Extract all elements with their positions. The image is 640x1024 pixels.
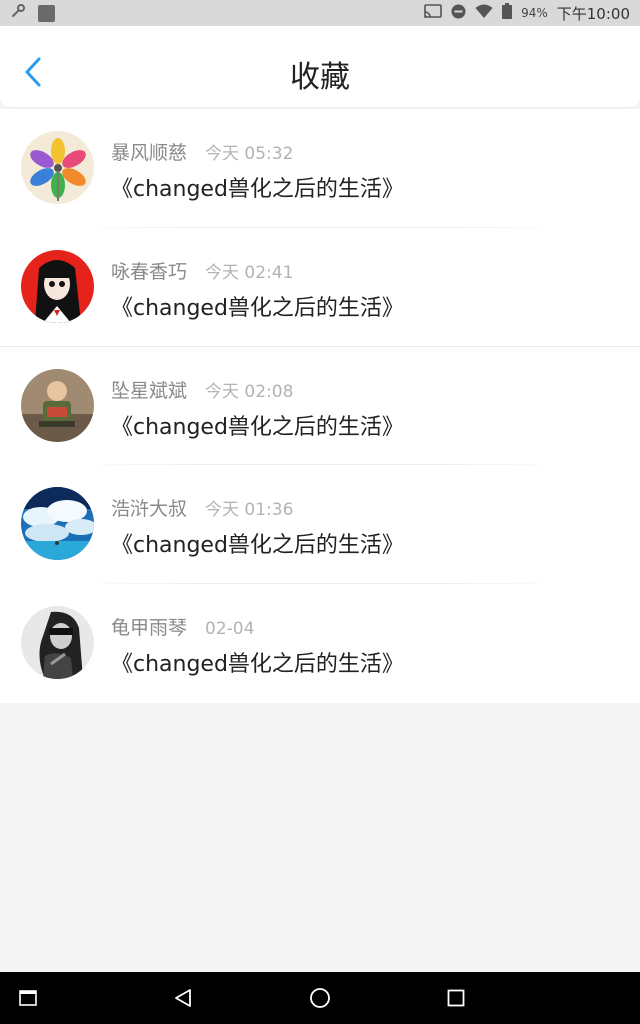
user-name: 暴风顺慈 <box>111 142 188 164</box>
notification-icon <box>38 4 55 22</box>
timestamp: 今天 02:41 <box>205 262 294 283</box>
home-circle-icon <box>310 988 330 1008</box>
avatar <box>21 131 94 204</box>
nav-back-button[interactable] <box>167 982 199 1014</box>
avatar <box>21 606 94 680</box>
list-item[interactable]: 咏春香巧 今天 02:41 《changed兽化之后的生活》 <box>0 228 640 347</box>
work-title: 《changed兽化之后的生活》 <box>111 414 404 440</box>
work-title: 《changed兽化之后的生活》 <box>111 177 404 202</box>
work-title: 《changed兽化之后的生活》 <box>111 652 404 678</box>
recents-window-button[interactable] <box>12 982 44 1014</box>
cast-icon <box>424 3 442 23</box>
list-item[interactable]: 龟甲雨琴 02-04 《changed兽化之后的生活》 <box>0 584 640 703</box>
battery-percent: 94% <box>521 6 548 20</box>
user-name: 浩浒大叔 <box>111 498 188 521</box>
timestamp: 今天 01:36 <box>205 500 294 521</box>
user-name: 龟甲雨琴 <box>111 617 188 640</box>
user-name: 咏春香巧 <box>111 260 188 283</box>
avatar <box>21 487 94 561</box>
timestamp: 今天 02:08 <box>205 381 294 402</box>
list-item[interactable]: 坠星斌斌 今天 02:08 《changed兽化之后的生活》 <box>0 347 640 466</box>
wifi-icon <box>475 4 493 23</box>
app-header: 收藏 <box>0 26 640 108</box>
nav-overview-button[interactable] <box>440 982 472 1014</box>
status-bar: 94% 下午10:00 <box>0 0 640 26</box>
do-not-disturb-icon <box>451 4 466 23</box>
page-title: 收藏 <box>290 60 350 95</box>
wrench-icon <box>10 3 26 23</box>
work-title: 《changed兽化之后的生活》 <box>111 295 404 321</box>
list-item[interactable]: 暴风顺慈 今天 05:32 《changed兽化之后的生活》 <box>0 109 640 228</box>
timestamp: 02-04 <box>205 619 255 640</box>
avatar <box>21 368 94 442</box>
avatar <box>21 249 94 323</box>
system-nav-bar <box>0 972 640 1024</box>
list-item[interactable]: 浩浒大叔 今天 01:36 《changed兽化之后的生活》 <box>0 465 640 585</box>
nav-home-button[interactable] <box>304 982 336 1014</box>
user-name: 坠星斌斌 <box>111 379 188 402</box>
clock: 下午10:00 <box>556 4 630 23</box>
back-triangle-icon <box>175 989 191 1007</box>
timestamp: 今天 05:32 <box>205 144 294 164</box>
recents-window-icon <box>19 990 37 1006</box>
battery-icon <box>502 3 513 23</box>
work-title: 《changed兽化之后的生活》 <box>111 533 404 559</box>
favorites-list: 暴风顺慈 今天 05:32 《changed兽化之后的生活》 咏春香巧 今天 0… <box>0 109 640 703</box>
overview-square-icon <box>447 989 465 1007</box>
